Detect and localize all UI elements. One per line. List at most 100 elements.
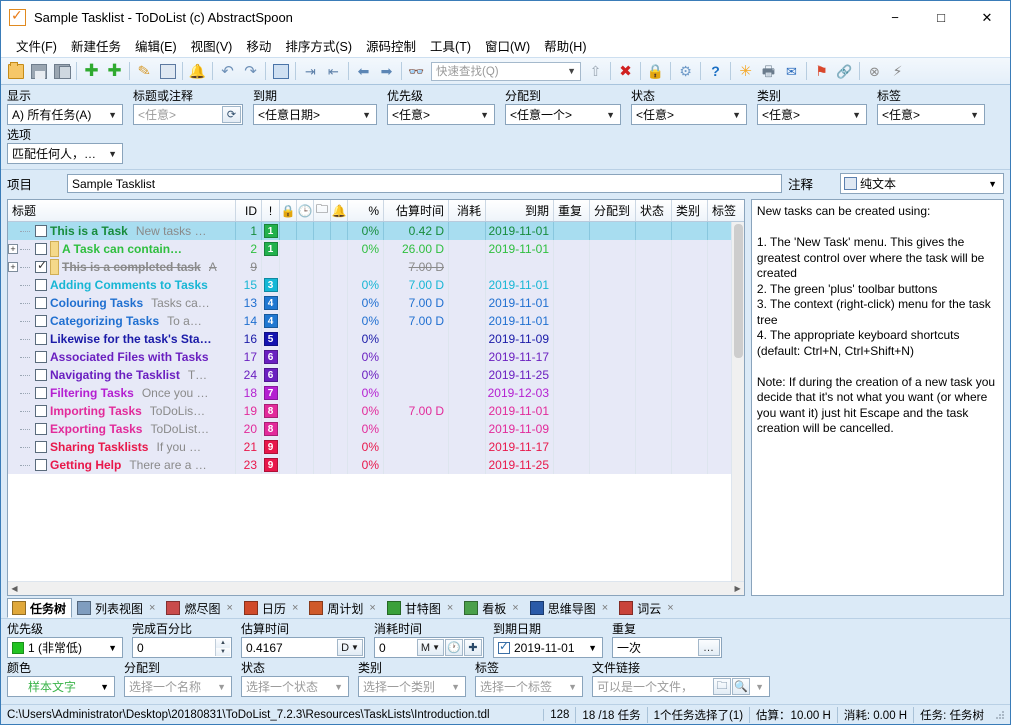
- table-row[interactable]: Getting HelpThere are a …2390%2019-11-25: [8, 456, 731, 474]
- tab-close-icon[interactable]: ×: [149, 602, 155, 614]
- table-row[interactable]: Associated Files with Tasks1760%2019-11-…: [8, 348, 731, 366]
- go-forward-button[interactable]: ➡: [375, 60, 398, 83]
- save-file-button[interactable]: [27, 60, 50, 83]
- project-name-input[interactable]: Sample Tasklist: [67, 174, 782, 193]
- preferences-button[interactable]: ⚙: [674, 60, 697, 83]
- column-header-cat[interactable]: 类别: [672, 200, 708, 221]
- table-row[interactable]: Categorizing TasksTo a…1440%7.00 D2019-1…: [8, 312, 731, 330]
- table-row[interactable]: Adding Comments to Tasks1530%7.00 D2019-…: [8, 276, 731, 294]
- filter-control-3[interactable]: <任意>▼: [387, 104, 495, 125]
- task-done-checkbox[interactable]: [35, 459, 47, 471]
- task-tree-hscrollbar[interactable]: ◀ ▶: [8, 581, 744, 595]
- table-row[interactable]: +A Task can contain…210%26.00 D2019-11-0…: [8, 240, 731, 258]
- attribute-control-tags[interactable]: 选择一个标签▼: [475, 676, 583, 697]
- attribute-control-allocate-to[interactable]: 选择一个名称▼: [124, 676, 232, 697]
- resize-grip[interactable]: [994, 709, 1006, 721]
- filter-control-7[interactable]: <任意>▼: [877, 104, 985, 125]
- find-tasks-button[interactable]: 👓: [405, 60, 428, 83]
- attribute-control-priority[interactable]: 1 (非常低)▼: [7, 637, 123, 658]
- hscroll-track[interactable]: [21, 582, 731, 595]
- new-task-button[interactable]: ✚: [80, 60, 103, 83]
- column-header-est[interactable]: 估算时间: [384, 200, 449, 221]
- undo-button[interactable]: ↶: [216, 60, 239, 83]
- tab-gantt[interactable]: 甘特图×: [382, 598, 459, 618]
- task-done-checkbox[interactable]: [35, 297, 47, 309]
- email-button[interactable]: ✉: [780, 60, 803, 83]
- tab-tree[interactable]: 任务树: [7, 598, 72, 618]
- tab-close-icon[interactable]: ×: [667, 602, 673, 614]
- new-subtask-button[interactable]: ✚: [103, 60, 126, 83]
- column-header-status[interactable]: 状态: [636, 200, 672, 221]
- menu-item-2[interactable]: 编辑(E): [128, 34, 184, 57]
- task-done-checkbox[interactable]: [35, 351, 47, 363]
- attribute-control-time-spent[interactable]: 0M▼🕐✚: [374, 637, 484, 658]
- tab-mindmap[interactable]: 思维导图×: [525, 598, 614, 618]
- hscroll-left-arrow[interactable]: ◀: [8, 584, 21, 593]
- column-header-id[interactable]: ID: [236, 200, 262, 221]
- spell-check-button[interactable]: ✳: [734, 60, 757, 83]
- open-file-button[interactable]: [4, 60, 27, 83]
- task-done-checkbox[interactable]: [35, 315, 47, 327]
- tab-burndown[interactable]: 燃尽图×: [161, 598, 238, 618]
- filter-control-6[interactable]: <任意>▼: [757, 104, 867, 125]
- task-done-checkbox[interactable]: [35, 333, 47, 345]
- column-header-clock[interactable]: 🕒: [297, 200, 314, 221]
- percent-spinner[interactable]: ▲▼: [215, 639, 230, 656]
- tab-close-icon[interactable]: ×: [226, 602, 232, 614]
- tab-close-icon[interactable]: ×: [512, 602, 518, 614]
- column-header-title[interactable]: 标题: [8, 200, 236, 221]
- column-header-repeat[interactable]: 重复: [554, 200, 590, 221]
- link-button[interactable]: 🔗: [833, 60, 856, 83]
- menu-item-7[interactable]: 工具(T): [423, 34, 478, 57]
- table-row[interactable]: This is a TaskNew tasks …110%0.42 D2019-…: [8, 222, 731, 240]
- tab-list[interactable]: 列表视图×: [72, 598, 161, 618]
- attribute-control-status[interactable]: 选择一个状态▼: [241, 676, 349, 697]
- tab-close-icon[interactable]: ×: [602, 602, 608, 614]
- reminder-button[interactable]: 🔔: [186, 60, 209, 83]
- table-row[interactable]: Likewise for the task's Sta…1650%2019-11…: [8, 330, 731, 348]
- table-row[interactable]: Exporting TasksToDoList…2080%2019-11-09: [8, 420, 731, 438]
- maximize-button[interactable]: □: [918, 1, 964, 34]
- print-button[interactable]: 🖶: [757, 60, 780, 83]
- filter-control-1[interactable]: <任意>⟳: [133, 104, 243, 125]
- task-attributes-button[interactable]: [156, 60, 179, 83]
- task-done-checkbox[interactable]: [35, 441, 47, 453]
- time-unit-dropdown[interactable]: D▼: [337, 639, 363, 656]
- spinner-down-icon[interactable]: ▼: [216, 648, 230, 657]
- expand-toggle-icon[interactable]: +: [8, 262, 18, 272]
- quick-find-input[interactable]: 快速查找(Q) ▼: [431, 62, 581, 81]
- tab-weekly[interactable]: 周计划×: [304, 598, 381, 618]
- tab-calendar[interactable]: 日历×: [239, 598, 304, 618]
- task-done-checkbox[interactable]: [35, 225, 47, 237]
- task-done-checkbox[interactable]: [35, 369, 47, 381]
- column-header-file[interactable]: 🗀: [314, 200, 331, 221]
- menu-item-3[interactable]: 视图(V): [184, 34, 240, 57]
- tab-close-icon[interactable]: ×: [369, 602, 375, 614]
- attribute-control-recurrence[interactable]: 一次…: [612, 637, 722, 658]
- attribute-control-color[interactable]: 样本文字▼: [7, 676, 115, 697]
- column-header-due[interactable]: 到期: [486, 200, 554, 221]
- attribute-control-file-link[interactable]: 可以是一个文件，🗀🔍▼: [592, 676, 770, 697]
- tab-kanban[interactable]: 看板×: [459, 598, 524, 618]
- filter-control-4[interactable]: <任意一个>▼: [505, 104, 621, 125]
- column-header-tag[interactable]: 标签: [708, 200, 746, 221]
- redo-button[interactable]: ↷: [239, 60, 262, 83]
- move-up-button[interactable]: ⇧: [584, 60, 607, 83]
- tab-wordcloud[interactable]: 词云×: [614, 598, 679, 618]
- browse-file-button[interactable]: 🗀: [713, 678, 731, 695]
- due-date-checkbox[interactable]: [498, 642, 510, 654]
- notes-format-combo[interactable]: 纯文本 ▼: [840, 173, 1004, 194]
- task-done-checkbox[interactable]: [35, 261, 47, 273]
- filter-control-0[interactable]: A) 所有任务(A)▼: [7, 104, 123, 125]
- column-header-bell[interactable]: 🔔: [331, 200, 348, 221]
- task-done-checkbox[interactable]: [35, 387, 47, 399]
- column-header-lock[interactable]: 🔒: [280, 200, 297, 221]
- filter-options-combo[interactable]: 匹配任何人，…▼: [7, 143, 123, 164]
- menu-item-4[interactable]: 移动: [239, 34, 278, 57]
- attribute-control-due-date[interactable]: 2019-11-01▼: [493, 637, 603, 658]
- tab-close-icon[interactable]: ×: [447, 602, 453, 614]
- delete-task-button[interactable]: ✖: [614, 60, 637, 83]
- table-row[interactable]: Colouring TasksTasks ca…1340%7.00 D2019-…: [8, 294, 731, 312]
- flag-button[interactable]: ⚑: [810, 60, 833, 83]
- close-button[interactable]: ✕: [964, 1, 1010, 34]
